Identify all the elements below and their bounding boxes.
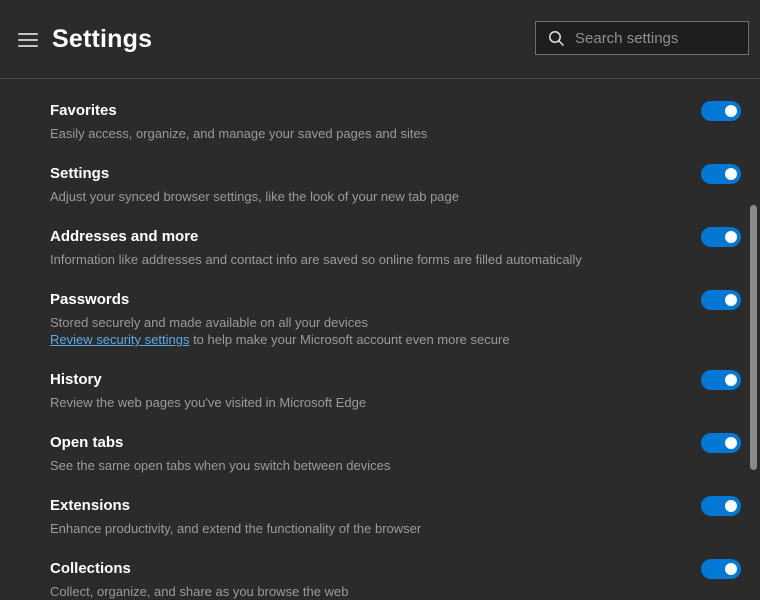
- settings-header: Settings: [0, 0, 760, 79]
- setting-row: Passwords Stored securely and made avail…: [50, 289, 741, 348]
- toggle-switch[interactable]: [701, 433, 741, 453]
- magnifier-icon: [548, 30, 565, 47]
- link-suffix-text: to help make your Microsoft account even…: [189, 332, 509, 347]
- setting-description: Adjust your synced browser settings, lik…: [50, 188, 459, 205]
- setting-row: Collections Collect, organize, and share…: [50, 558, 741, 600]
- setting-row: Addresses and more Information like addr…: [50, 226, 741, 268]
- setting-title: Open tabs: [50, 432, 390, 453]
- setting-title: History: [50, 369, 366, 390]
- toggle-switch[interactable]: [701, 101, 741, 121]
- setting-row: Extensions Enhance productivity, and ext…: [50, 495, 741, 537]
- setting-title: Favorites: [50, 100, 427, 121]
- page-title: Settings: [52, 25, 152, 54]
- toggle-knob: [725, 500, 737, 512]
- setting-description: Review the web pages you've visited in M…: [50, 394, 366, 411]
- setting-title: Addresses and more: [50, 226, 582, 247]
- toggle-knob: [725, 563, 737, 575]
- toggle-knob: [725, 294, 737, 306]
- toggle-knob: [725, 437, 737, 449]
- setting-description: Collect, organize, and share as you brow…: [50, 583, 348, 600]
- setting-title: Settings: [50, 163, 459, 184]
- setting-title: Extensions: [50, 495, 421, 516]
- setting-description: See the same open tabs when you switch b…: [50, 457, 390, 474]
- toggle-knob: [725, 374, 737, 386]
- settings-list: Favorites Easily access, organize, and m…: [0, 79, 760, 600]
- toggle-knob: [725, 168, 737, 180]
- toggle-switch[interactable]: [701, 164, 741, 184]
- hamburger-menu-icon[interactable]: [18, 33, 38, 47]
- toggle-switch[interactable]: [701, 227, 741, 247]
- toggle-switch[interactable]: [701, 290, 741, 310]
- review-security-settings-link[interactable]: Review security settings: [50, 332, 189, 347]
- setting-row: History Review the web pages you've visi…: [50, 369, 741, 411]
- toggle-switch[interactable]: [701, 370, 741, 390]
- toggle-switch[interactable]: [701, 496, 741, 516]
- search-input[interactable]: [575, 30, 735, 47]
- setting-description: Easily access, organize, and manage your…: [50, 125, 427, 142]
- setting-title: Passwords: [50, 289, 510, 310]
- toggle-knob: [725, 231, 737, 243]
- setting-description: Information like addresses and contact i…: [50, 251, 582, 268]
- setting-row: Settings Adjust your synced browser sett…: [50, 163, 741, 205]
- setting-title: Collections: [50, 558, 348, 579]
- scrollbar-thumb[interactable]: [750, 205, 757, 470]
- search-box[interactable]: [535, 21, 749, 55]
- setting-description: Stored securely and made available on al…: [50, 314, 510, 331]
- setting-row: Open tabs See the same open tabs when yo…: [50, 432, 741, 474]
- toggle-knob: [725, 105, 737, 117]
- setting-row: Favorites Easily access, organize, and m…: [50, 100, 741, 142]
- setting-description: Enhance productivity, and extend the fun…: [50, 520, 421, 537]
- toggle-switch[interactable]: [701, 559, 741, 579]
